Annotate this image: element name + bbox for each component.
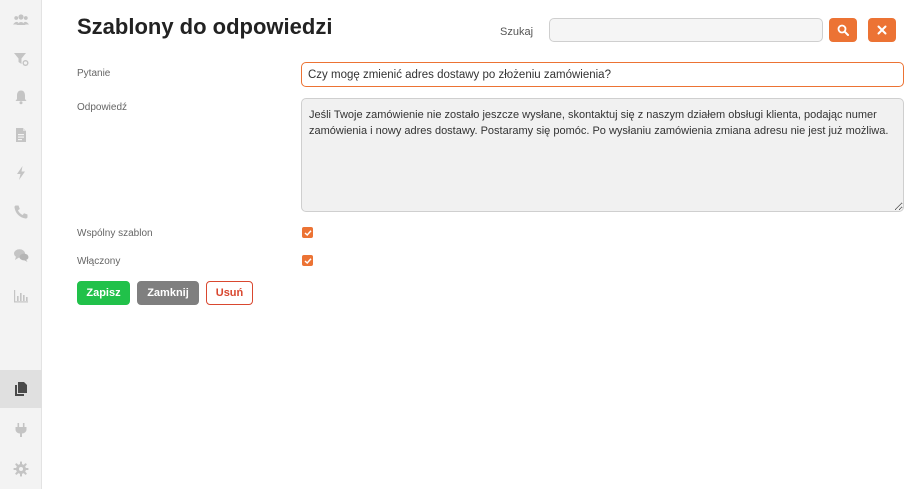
sidebar-item-filter[interactable] <box>0 40 42 78</box>
filter-icon <box>14 53 29 66</box>
phone-icon <box>14 205 28 219</box>
copy-icon <box>15 382 27 396</box>
app-window: Szablony do odpowiedzi Szukaj Pytanie Od… <box>0 0 920 489</box>
sidebar-item-calls[interactable] <box>0 193 42 231</box>
sidebar-item-automation[interactable] <box>0 154 42 192</box>
sidebar-item-reports[interactable] <box>0 277 42 315</box>
lightning-icon <box>17 166 25 180</box>
save-button[interactable]: Zapisz <box>77 281 130 305</box>
shared-template-checkbox[interactable] <box>302 227 313 238</box>
checkmark-icon <box>303 257 312 264</box>
page-title: Szablony do odpowiedzi <box>77 14 333 39</box>
chat-icon <box>14 249 29 262</box>
search-button[interactable] <box>829 18 857 42</box>
answer-textarea[interactable]: Jeśli Twoje zamówienie nie zostało jeszc… <box>301 98 904 212</box>
document-icon <box>16 128 26 142</box>
sidebar-item-chat[interactable] <box>0 236 42 274</box>
checkmark-icon <box>303 229 312 236</box>
bar-chart-icon <box>14 290 28 303</box>
sidebar-item-users[interactable] <box>0 1 42 39</box>
clear-search-button[interactable] <box>868 18 896 42</box>
search-icon <box>837 24 849 36</box>
users-icon <box>13 14 29 25</box>
sidebar-item-notifications[interactable] <box>0 78 42 116</box>
sidebar-item-integrations[interactable] <box>0 411 42 449</box>
sidebar-item-templates[interactable] <box>0 370 42 408</box>
plug-icon <box>15 423 27 437</box>
enabled-label: Włączony <box>77 256 121 267</box>
delete-button[interactable]: Usuń <box>206 281 253 305</box>
sidebar <box>0 0 42 489</box>
search-label: Szukaj <box>500 26 534 38</box>
bell-icon <box>15 90 27 105</box>
enabled-checkbox[interactable] <box>302 255 313 266</box>
gear-icon <box>13 461 29 477</box>
search-input[interactable] <box>549 18 823 42</box>
close-button[interactable]: Zamknij <box>137 281 199 305</box>
close-icon <box>877 25 887 35</box>
sidebar-item-settings[interactable] <box>0 450 42 488</box>
shared-template-label: Wspólny szablon <box>77 228 153 239</box>
question-input[interactable] <box>301 62 904 87</box>
answer-label: Odpowiedź <box>77 102 128 113</box>
sidebar-item-invoices[interactable] <box>0 116 42 154</box>
question-label: Pytanie <box>77 68 111 79</box>
